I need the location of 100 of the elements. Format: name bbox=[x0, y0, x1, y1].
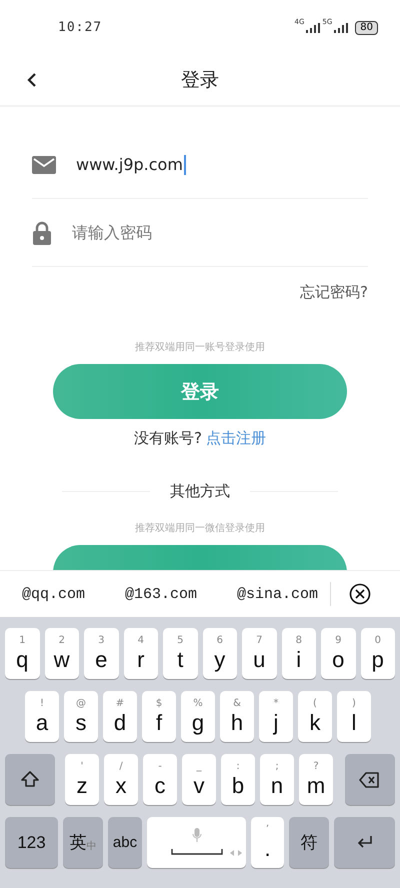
key-label: l bbox=[352, 710, 356, 736]
keyboard-key[interactable]: - c bbox=[143, 754, 177, 805]
forgot-password-link[interactable]: 忘记密码? bbox=[300, 283, 368, 302]
keyboard-key[interactable]: ' z bbox=[65, 754, 99, 805]
keyboard-key[interactable]: * j bbox=[259, 691, 293, 742]
back-icon[interactable] bbox=[26, 72, 38, 88]
key-hint: ; bbox=[275, 760, 279, 772]
key-hint: 4 bbox=[138, 634, 144, 646]
keyboard-key[interactable]: abc bbox=[108, 817, 142, 868]
key-hint: 0 bbox=[374, 634, 381, 646]
keyboard-key[interactable]: 5 t bbox=[163, 628, 198, 679]
keyboard-key[interactable]: ( k bbox=[298, 691, 332, 742]
language-key[interactable]: 英中 bbox=[63, 817, 103, 868]
key-label: i bbox=[296, 646, 302, 672]
keyboard-key[interactable]: 9 o bbox=[321, 628, 356, 679]
key-hint: 8 bbox=[296, 634, 302, 646]
keyboard-key[interactable]: 123 bbox=[5, 817, 58, 868]
key-hint: 1 bbox=[19, 634, 26, 646]
key-hint: 5 bbox=[177, 634, 184, 646]
key-label: f bbox=[156, 710, 162, 736]
wechat-hint: 推荐双端用同一微信登录使用 bbox=[134, 522, 266, 535]
key-label: s bbox=[76, 710, 86, 736]
key-hint: ' bbox=[80, 760, 84, 772]
battery-level: 80 bbox=[355, 20, 378, 34]
key-label: n bbox=[270, 772, 284, 798]
key-label: . bbox=[264, 836, 271, 862]
page-title: 登录 bbox=[181, 68, 219, 93]
key-label: u bbox=[253, 646, 266, 672]
key-hint: & bbox=[233, 698, 241, 710]
keyboard-key[interactable]: 0 p bbox=[360, 628, 395, 679]
keyboard-key[interactable]: 7 u bbox=[242, 628, 276, 679]
keyboard-key[interactable]: ! a bbox=[25, 691, 59, 742]
keyboard-key[interactable]: ; n bbox=[260, 754, 294, 805]
space-key[interactable] bbox=[147, 817, 246, 868]
section-title: 其他方式 bbox=[170, 482, 230, 501]
keyboard-key[interactable]: : b bbox=[221, 754, 255, 805]
keyboard-key[interactable]: # d bbox=[103, 691, 137, 742]
keyboard-key[interactable]: 1 q bbox=[5, 628, 40, 679]
keyboard-key[interactable]: 8 i bbox=[282, 628, 316, 679]
keyboard-key[interactable]: _ v bbox=[182, 754, 216, 805]
key-label: a bbox=[36, 710, 48, 736]
key-hint: 6 bbox=[216, 634, 223, 646]
key-label: j bbox=[274, 710, 278, 736]
backspace-key[interactable] bbox=[345, 754, 395, 805]
keyboard-key[interactable]: $ f bbox=[142, 691, 176, 742]
keyboard-key[interactable]: ) l bbox=[337, 691, 371, 742]
keyboard-key[interactable]: 6 y bbox=[202, 628, 237, 679]
key-label: e bbox=[95, 646, 108, 672]
key-label: h bbox=[230, 710, 244, 736]
key-label: x bbox=[116, 772, 126, 798]
key-label: r bbox=[137, 646, 144, 672]
keyboard-key[interactable]: 符 bbox=[289, 817, 329, 868]
key-hint: $ bbox=[156, 698, 162, 710]
email-suggestion[interactable]: @163.com bbox=[125, 586, 198, 602]
email-suggestion[interactable]: @qq.com bbox=[22, 586, 86, 602]
lock-icon bbox=[32, 220, 52, 244]
key-hint: ) bbox=[352, 698, 356, 710]
key-hint: # bbox=[116, 698, 124, 710]
key-hint: 7 bbox=[256, 634, 262, 646]
close-icon[interactable] bbox=[349, 583, 372, 605]
key-label: m bbox=[306, 772, 326, 798]
shift-key[interactable] bbox=[5, 754, 55, 805]
key-label: d bbox=[114, 710, 126, 736]
key-hint: - bbox=[158, 760, 162, 772]
key-label: g bbox=[192, 710, 204, 736]
keyboard-key[interactable]: & h bbox=[220, 691, 254, 742]
password-field[interactable]: 请输入密码 bbox=[72, 218, 368, 246]
key-hint: 2 bbox=[58, 634, 65, 646]
mail-icon bbox=[32, 156, 56, 174]
keyboard-key[interactable]: @ s bbox=[64, 691, 98, 742]
clock-time: 10:27 bbox=[58, 20, 102, 35]
key-hint: @ bbox=[76, 698, 86, 710]
key-hint: * bbox=[274, 698, 278, 710]
key-hint: 9 bbox=[335, 634, 342, 646]
key-label: k bbox=[310, 710, 320, 736]
login-hint: 推荐双端用同一账号登录使用 bbox=[134, 340, 266, 354]
key-label: t bbox=[177, 646, 184, 672]
keyboard-key[interactable]: 4 r bbox=[124, 628, 158, 679]
key-hint: ! bbox=[40, 698, 44, 710]
signal-icon bbox=[334, 22, 348, 32]
key-hint: : bbox=[236, 760, 240, 772]
key-label: y bbox=[214, 646, 226, 672]
key-hint: ( bbox=[313, 698, 317, 710]
keyboard-key[interactable]: ’ . bbox=[251, 817, 284, 868]
keyboard-key[interactable]: % g bbox=[181, 691, 215, 742]
key-hint: / bbox=[119, 760, 123, 772]
key-label: p bbox=[372, 646, 384, 672]
key-hint: ’ bbox=[266, 824, 270, 836]
key-hint: 3 bbox=[98, 634, 104, 646]
keyboard-key[interactable]: 2 w bbox=[44, 628, 79, 679]
key-label: w bbox=[54, 646, 70, 672]
email-field[interactable]: www.j9p.com bbox=[76, 150, 368, 178]
keyboard-key[interactable]: ? m bbox=[299, 754, 333, 805]
register-prompt: 没有账号? bbox=[134, 429, 202, 448]
keyboard-key[interactable]: 3 e bbox=[84, 628, 118, 679]
keyboard-key[interactable]: / x bbox=[104, 754, 138, 805]
microphone-icon bbox=[192, 828, 202, 842]
email-suggestion[interactable]: @sina.com bbox=[237, 586, 318, 602]
key-hint: % bbox=[193, 698, 203, 710]
key-label: c bbox=[154, 772, 166, 798]
